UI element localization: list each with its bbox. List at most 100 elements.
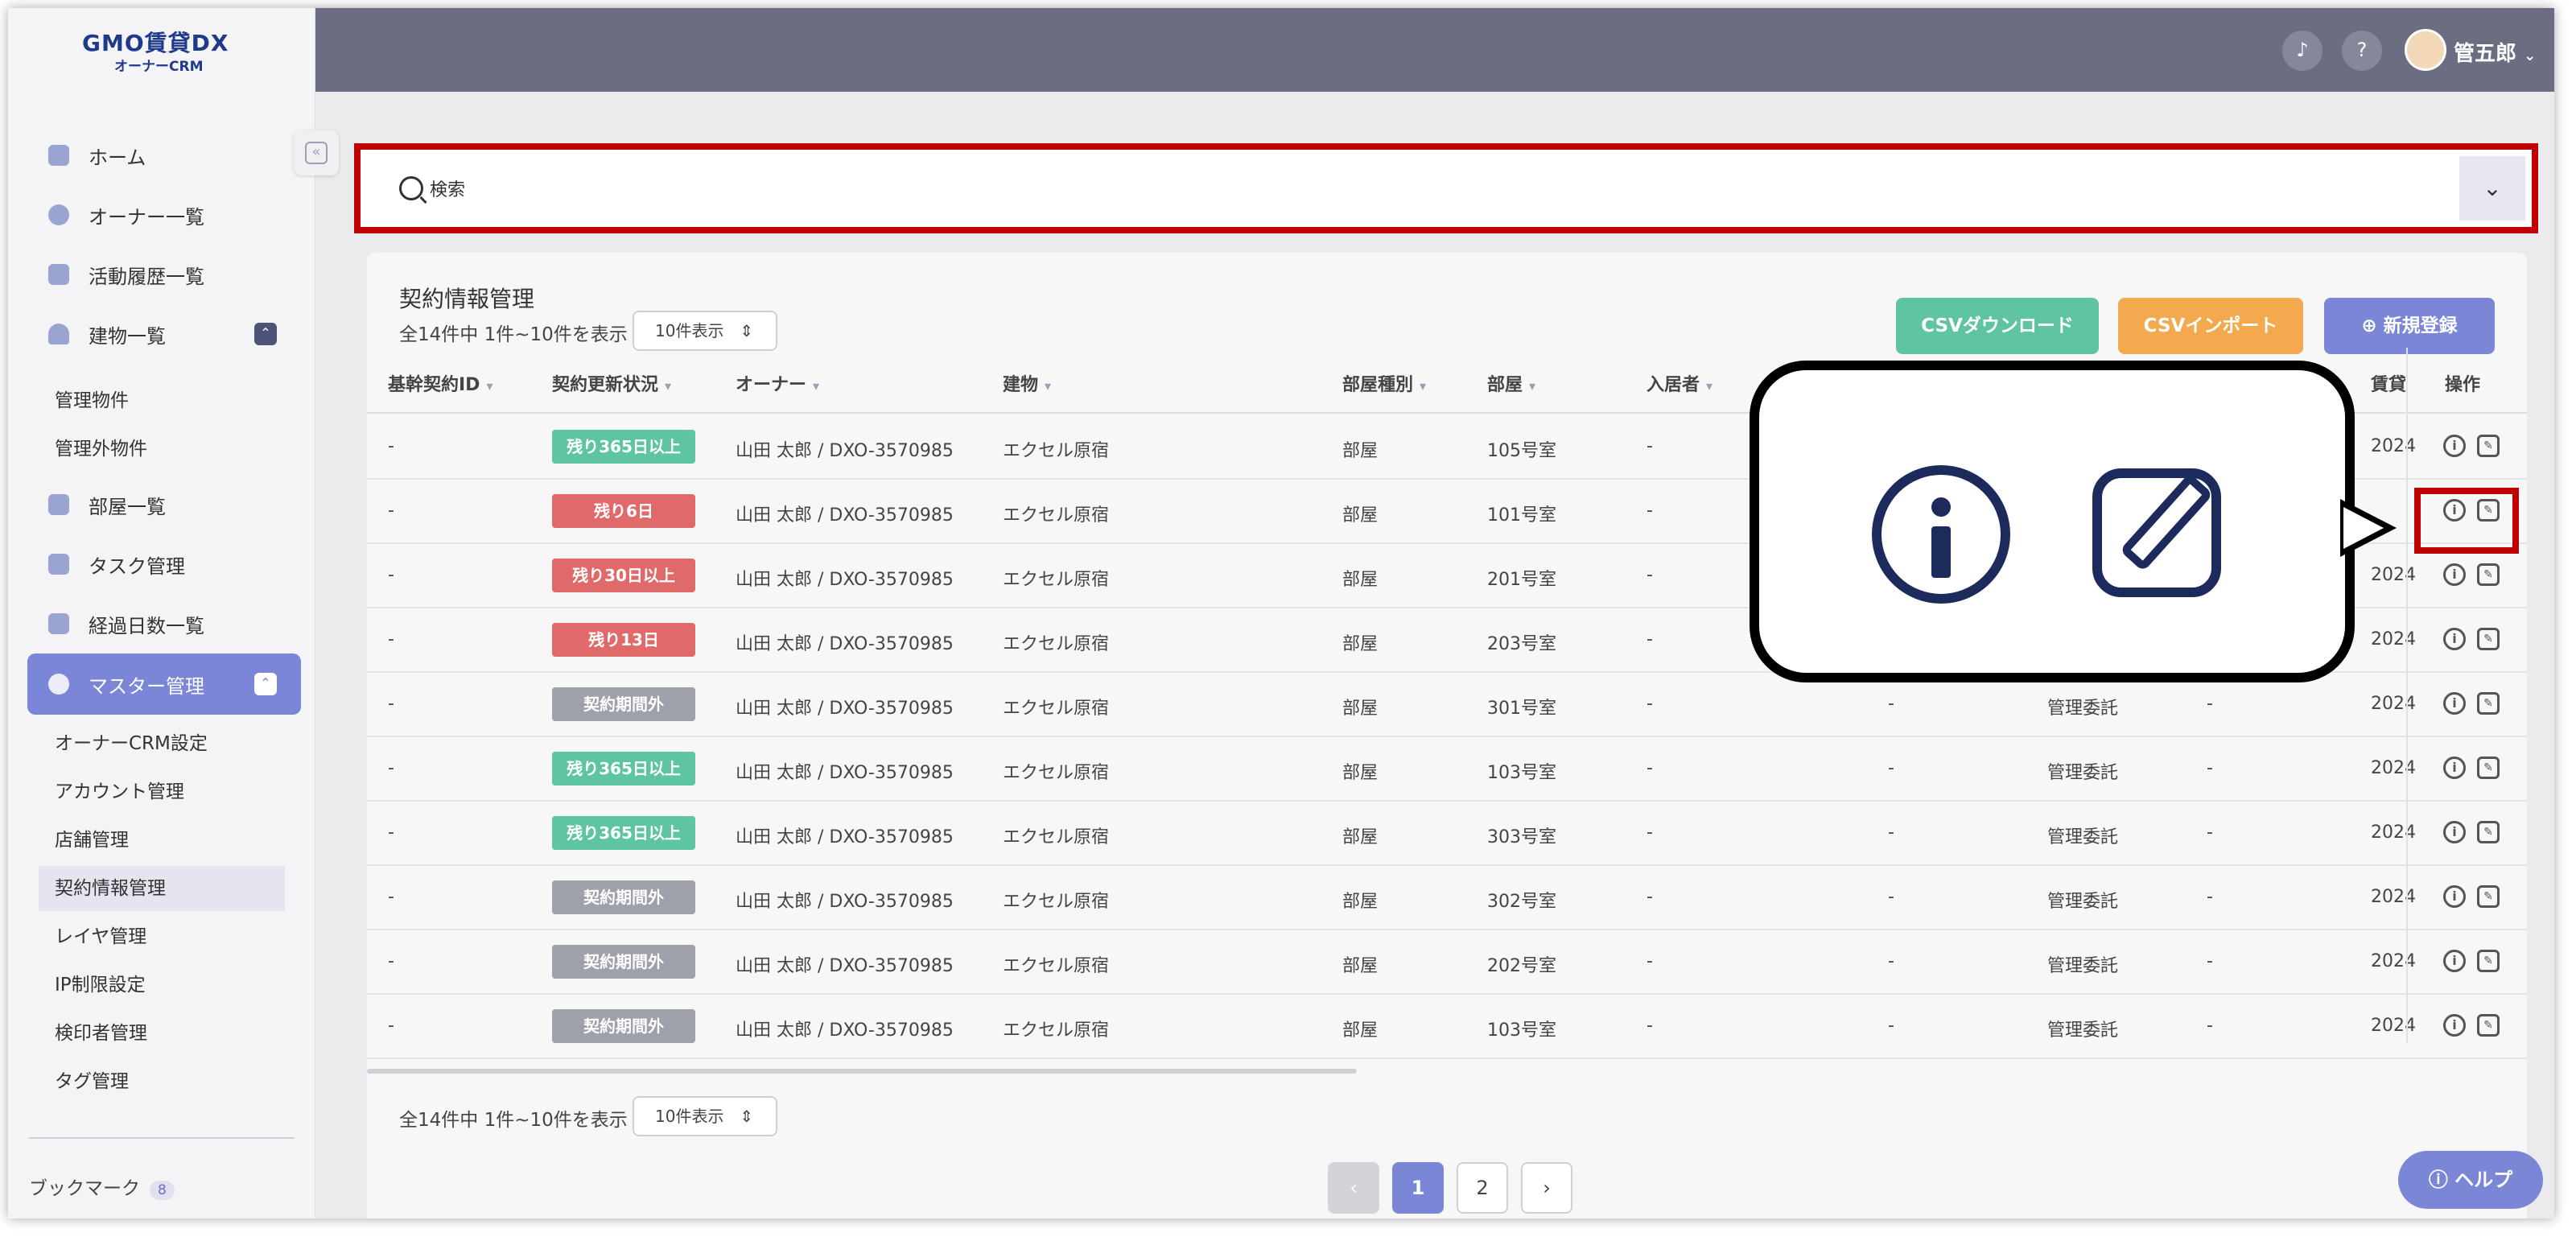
avatar[interactable] xyxy=(2405,29,2446,71)
edit-icon[interactable]: ✎ xyxy=(2477,885,2500,908)
edit-icon[interactable]: ✎ xyxy=(2477,692,2500,715)
cell-management: 管理委託 xyxy=(2047,892,2119,912)
sidebar-subitem-tags[interactable]: タグ管理 xyxy=(55,1059,129,1104)
chevron-up-icon[interactable]: ⌃ xyxy=(254,323,277,345)
edit-icon[interactable]: ✎ xyxy=(2477,1014,2500,1037)
sidebar-item-elapsed[interactable]: 経過日数一覧 xyxy=(27,597,301,650)
cell-date: 2024 xyxy=(2371,565,2416,585)
search-input[interactable]: 検索 xyxy=(430,175,465,201)
logo[interactable]: GMO賃貸DX オーナーCRM xyxy=(8,8,315,89)
page-2-button[interactable]: 2 xyxy=(1457,1162,1508,1214)
cell-owner: 山田 太郎 / DXO-3570985 xyxy=(736,827,954,847)
edit-icon[interactable]: ✎ xyxy=(2477,757,2500,779)
sidebar-collapse-button[interactable]: « xyxy=(294,130,339,175)
sidebar-item-label: 経過日数一覧 xyxy=(89,614,204,637)
info-icon[interactable]: i xyxy=(2443,1014,2466,1037)
cell-id: - xyxy=(388,436,394,456)
chevron-right-icon: › xyxy=(1543,1177,1551,1199)
page-title: 契約情報管理 xyxy=(399,286,535,312)
new-register-button[interactable]: ⊕ 新規登録 xyxy=(2324,298,2495,354)
next-page-button[interactable]: › xyxy=(1521,1162,1572,1214)
table-row: - 山田 太郎 / DXO-3570985 エクセル原宿 部屋 103号室 - - 管理委託 -… xyxy=(367,737,2527,802)
sidebar-subitem-contracts[interactable]: 契約情報管理 xyxy=(39,866,285,911)
edit-icon[interactable]: ✎ xyxy=(2477,628,2500,650)
cell-dash: - xyxy=(1888,823,1894,843)
header-label: オーナー xyxy=(736,375,807,395)
status-badge: 残り6日 xyxy=(552,494,695,528)
gear-icon xyxy=(48,674,69,695)
sort-icon: ▾ xyxy=(1529,378,1536,394)
help-circle-icon[interactable]: ? xyxy=(2342,31,2382,71)
help-button[interactable]: ⓘ ヘルプ xyxy=(2398,1151,2543,1209)
column-header-status[interactable]: 契約更新状況 ▾ xyxy=(552,370,671,396)
cell-dash: - xyxy=(2207,887,2213,907)
info-icon[interactable]: i xyxy=(2443,435,2466,457)
sidebar-item-owners[interactable]: オーナー一覧 xyxy=(27,188,301,241)
info-icon[interactable]: i xyxy=(2443,628,2466,650)
edit-icon[interactable]: ✎ xyxy=(2477,950,2500,972)
sidebar-subitem-layers[interactable]: レイヤ管理 xyxy=(55,914,146,959)
record-count: 全14件中 1件~10件を表示 xyxy=(399,324,628,345)
sidebar-item-label: オーナー一覧 xyxy=(89,205,204,229)
page-size-value: 10件表示 xyxy=(655,1107,724,1126)
status-badge: 契約期間外 xyxy=(552,1009,695,1043)
cell-id: - xyxy=(388,565,394,585)
page-size-select[interactable]: 10件表示 ⇕ xyxy=(633,311,777,351)
cell-dash: - xyxy=(2207,694,2213,714)
sidebar-item-home[interactable]: ホーム xyxy=(27,129,301,182)
sidebar-item-activity[interactable]: 活動履歴一覧 xyxy=(27,248,301,301)
sidebar-item-label: 建物一覧 xyxy=(89,324,166,348)
info-icon[interactable]: i xyxy=(2443,885,2466,908)
column-header-tenant[interactable]: 入居者 ▾ xyxy=(1647,370,1713,396)
search-bar[interactable]: 検索 ⌄ xyxy=(354,143,2538,233)
column-header-room-type[interactable]: 部屋種別 ▾ xyxy=(1342,370,1426,396)
bell-icon[interactable]: ♪ xyxy=(2282,31,2323,71)
info-icon[interactable]: i xyxy=(2443,950,2466,972)
cell-tenant: - xyxy=(1647,501,1653,521)
sidebar-subitem-stores[interactable]: 店舗管理 xyxy=(55,818,129,863)
sidebar-item-rooms[interactable]: 部屋一覧 xyxy=(27,478,301,531)
column-header-room[interactable]: 部屋 ▾ xyxy=(1487,370,1535,396)
sort-icon: ▾ xyxy=(1045,378,1052,394)
column-header-owner[interactable]: オーナー ▾ xyxy=(736,370,819,396)
horizontal-scrollbar[interactable] xyxy=(367,1069,1357,1074)
sidebar-item-tasks[interactable]: タスク管理 xyxy=(27,538,301,591)
sidebar-subitem-inspectors[interactable]: 検印者管理 xyxy=(55,1011,147,1056)
cell-room-type: 部屋 xyxy=(1342,505,1379,526)
sidebar-item-master[interactable]: マスター管理 ⌃ xyxy=(27,653,301,715)
edit-icon[interactable]: ✎ xyxy=(2477,821,2500,843)
info-icon[interactable]: i xyxy=(2443,757,2466,779)
csv-download-button[interactable]: CSVダウンロード xyxy=(1896,298,2099,354)
sidebar-subitem-managed[interactable]: 管理物件 xyxy=(55,378,129,423)
column-header-building[interactable]: 建物 ▾ xyxy=(1003,370,1051,396)
edit-icon[interactable]: ✎ xyxy=(2477,435,2500,457)
updown-icon: ⇕ xyxy=(740,321,753,340)
sidebar-subitem-ip[interactable]: IP制限設定 xyxy=(55,963,146,1008)
user-menu[interactable]: 管五郎 ⌄ xyxy=(2454,37,2536,67)
bookmark-link[interactable]: ブックマーク 8 xyxy=(29,1173,175,1200)
csv-import-button[interactable]: CSVインポート xyxy=(2118,298,2303,354)
edit-icon[interactable]: ✎ xyxy=(2477,563,2500,586)
chevron-up-icon[interactable]: ⌃ xyxy=(254,673,277,695)
column-header-rent[interactable]: 賃貸 xyxy=(2371,370,2406,396)
cell-building: エクセル原宿 xyxy=(1003,699,1110,719)
sidebar-subitem-unmanaged[interactable]: 管理外物件 xyxy=(55,427,147,472)
cell-id: - xyxy=(388,887,394,907)
column-header-id[interactable]: 基幹契約ID ▾ xyxy=(388,370,493,396)
cell-tenant: - xyxy=(1647,951,1653,971)
prev-page-button[interactable]: ‹ xyxy=(1328,1162,1379,1214)
sidebar-subitem-crm-settings[interactable]: オーナーCRM設定 xyxy=(55,721,208,766)
sort-icon: ▾ xyxy=(1420,378,1427,394)
sidebar-item-label: タスク管理 xyxy=(89,555,185,578)
search-expand-button[interactable]: ⌄ xyxy=(2459,156,2525,221)
sidebar-item-buildings[interactable]: 建物一覧 ⌃ xyxy=(27,307,301,361)
cell-dash: - xyxy=(1888,694,1894,714)
page-1-button[interactable]: 1 xyxy=(1392,1162,1444,1214)
info-icon[interactable]: i xyxy=(2443,563,2466,586)
info-icon[interactable]: i xyxy=(2443,821,2466,843)
sidebar-subitem-accounts[interactable]: アカウント管理 xyxy=(55,769,184,814)
footer-page-size-select[interactable]: 10件表示 ⇕ xyxy=(633,1096,777,1136)
info-icon[interactable]: i xyxy=(2443,692,2466,715)
header-label: 基幹契約ID xyxy=(388,375,480,395)
status-badge: 契約期間外 xyxy=(552,687,695,721)
